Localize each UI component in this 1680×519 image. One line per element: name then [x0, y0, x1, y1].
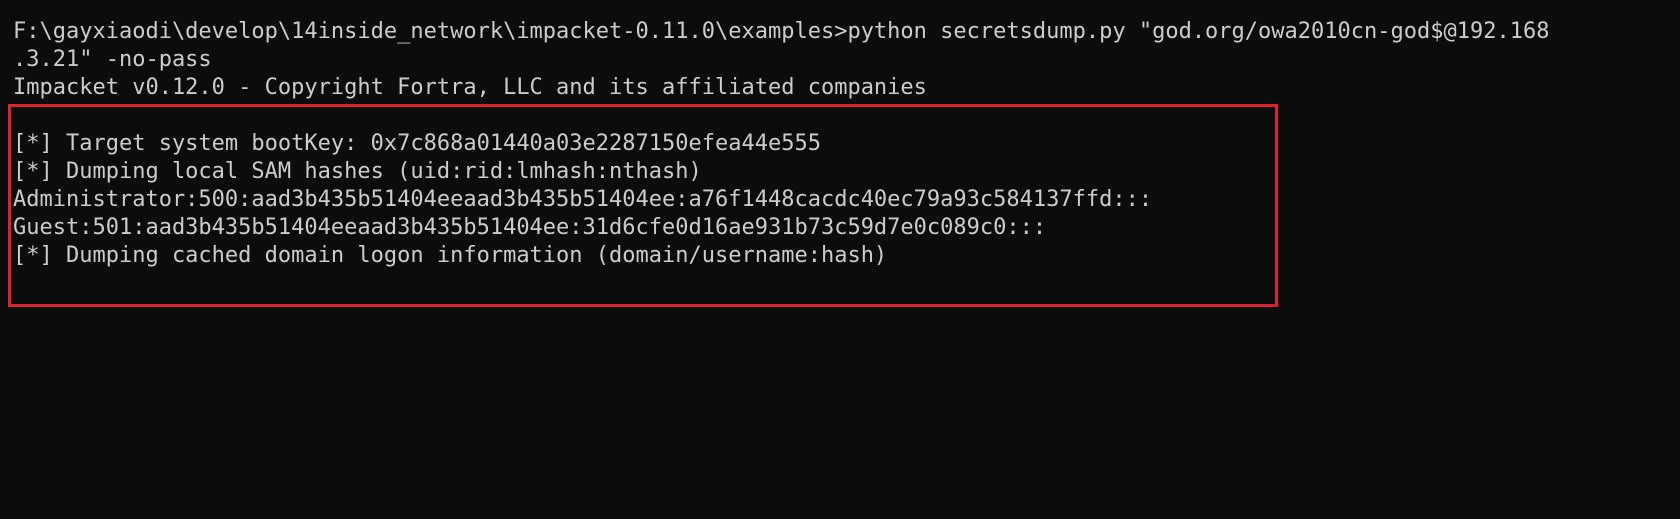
sam-dump-header: [*] Dumping local SAM hashes (uid:rid:lm…	[13, 159, 702, 184]
cached-logon-header: [*] Dumping cached domain logon informat…	[13, 243, 888, 268]
administrator-hash: Administrator:500:aad3b435b51404eeaad3b4…	[13, 187, 1153, 212]
impacket-banner: Impacket v0.12.0 - Copyright Fortra, LLC…	[13, 75, 927, 100]
terminal-window[interactable]: F:\gayxiaodi\develop\14inside_network\im…	[0, 0, 1680, 519]
guest-hash: Guest:501:aad3b435b51404eeaad3b435b51404…	[13, 215, 1047, 240]
command-line-continuation: .3.21" -no-pass	[13, 47, 212, 72]
command-line: F:\gayxiaodi\develop\14inside_network\im…	[13, 19, 1550, 44]
bootkey-output: [*] Target system bootKey: 0x7c868a01440…	[13, 131, 821, 156]
